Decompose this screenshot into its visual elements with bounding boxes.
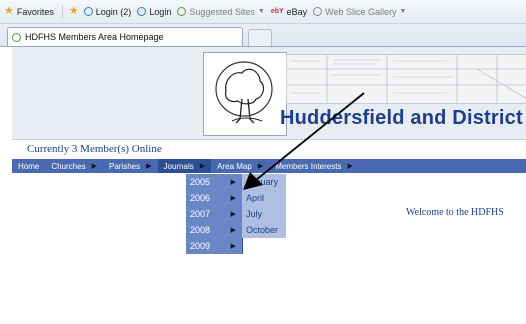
- nav-label: Journals: [163, 161, 194, 171]
- menu-item-label: 2005: [190, 177, 211, 187]
- menu-item-label: January: [246, 177, 279, 187]
- tab-title: HDFHS Members Area Homepage: [25, 32, 164, 42]
- menu-item-label: 2007: [190, 209, 211, 219]
- fav-label: Web Slice Gallery: [325, 6, 397, 17]
- nav-journals[interactable]: Journals ▶: [157, 159, 212, 173]
- submenu-arrow-icon: ▶: [91, 163, 97, 170]
- menu-item-label: 2006: [190, 193, 211, 203]
- submenu-arrow-icon: ▶: [230, 179, 236, 186]
- main-nav: Home Churches ▶ Parishes ▶ Journals ▶ Ar…: [12, 159, 526, 173]
- menu-item-2007[interactable]: 2007 ▶: [186, 206, 242, 222]
- nav-label: Area Map: [217, 161, 252, 171]
- fav-login-2[interactable]: Login (2): [83, 6, 132, 17]
- fav-label: Suggested Sites: [189, 6, 255, 17]
- fav-suggested-sites[interactable]: Suggested Sites ▼: [177, 6, 265, 17]
- online-members-status: Currently 3 Member(s) Online: [27, 143, 162, 155]
- fav-ebay[interactable]: ebY eBay: [271, 7, 307, 17]
- menu-item-october[interactable]: October: [242, 222, 286, 238]
- new-tab-button[interactable]: [248, 29, 272, 46]
- fav-label: Login: [149, 6, 172, 17]
- separator: [61, 5, 63, 18]
- browser-tab[interactable]: HDFHS Members Area Homepage: [7, 27, 243, 46]
- chevron-down-icon: ▼: [399, 8, 407, 15]
- submenu-arrow-icon: ▶: [230, 195, 236, 202]
- menu-item-july[interactable]: July: [242, 206, 286, 222]
- submenu-arrow-icon: ▶: [257, 163, 264, 170]
- suggested-sites-icon: [177, 7, 187, 16]
- menu-item-2006[interactable]: 2006 ▶: [186, 190, 242, 206]
- submenu-arrow-icon: ▶: [230, 211, 236, 218]
- nav-members-interests[interactable]: Members Interests ▶: [269, 159, 359, 173]
- menu-item-label: July: [246, 209, 263, 219]
- nav-label: Members Interests: [275, 161, 342, 171]
- ebay-icon: ebY: [270, 8, 284, 15]
- fav-label: Login (2): [95, 6, 132, 17]
- submenu-arrow-icon: ▶: [230, 227, 236, 234]
- menu-item-label: 2008: [190, 225, 211, 235]
- ie-page-icon: [83, 7, 93, 16]
- nav-home[interactable]: Home: [12, 159, 45, 173]
- submenu-arrow-icon: ▶: [199, 163, 206, 170]
- nav-area-map[interactable]: Area Map ▶: [211, 159, 269, 173]
- fav-login[interactable]: Login: [137, 7, 171, 17]
- nav-churches[interactable]: Churches ▶: [45, 159, 103, 173]
- add-to-favorites-icon[interactable]: ★: [69, 6, 79, 17]
- web-page: Huddersfield and District F Currently 3 …: [12, 47, 526, 324]
- welcome-text: Welcome to the HDFHS: [406, 207, 504, 218]
- menu-item-april[interactable]: April: [242, 190, 286, 206]
- nav-label: Home: [18, 161, 40, 171]
- favorites-star-icon: ★: [4, 5, 14, 17]
- nav-label: Churches: [51, 161, 86, 171]
- menu-item-2008[interactable]: 2008 ▶: [186, 222, 242, 238]
- ie-page-icon: [137, 7, 147, 16]
- page-favicon-icon: [12, 32, 21, 42]
- favorites-label: Favorites: [16, 6, 54, 17]
- menu-item-2005[interactable]: 2005 ▶: [186, 174, 242, 190]
- menu-item-2009[interactable]: 2009 ▶: [186, 238, 242, 254]
- menu-item-label: April: [246, 193, 265, 203]
- favorites-bar: ★ Favorites ★ Login (2) Login Suggested …: [0, 0, 526, 24]
- fav-label: eBay: [286, 6, 308, 17]
- menu-item-label: October: [246, 225, 279, 235]
- tab-strip: HDFHS Members Area Homepage: [0, 24, 526, 47]
- ie-page-icon: [313, 7, 323, 16]
- menu-item-label: 2009: [190, 241, 211, 251]
- site-title: Huddersfield and District F: [280, 107, 526, 129]
- chevron-down-icon: ▼: [257, 8, 265, 15]
- submenu-arrow-icon: ▶: [230, 243, 236, 250]
- submenu-arrow-icon: ▶: [347, 163, 353, 170]
- nav-parishes[interactable]: Parishes ▶: [103, 159, 158, 173]
- old-register-image: [286, 54, 526, 104]
- journals-year-menu: 2005 ▶ 2006 ▶ 2007 ▶ 2008 ▶ 2009 ▶: [186, 174, 243, 254]
- fav-web-slice-gallery[interactable]: Web Slice Gallery ▼: [313, 7, 406, 17]
- society-logo: [203, 52, 287, 136]
- submenu-arrow-icon: ▶: [146, 163, 152, 170]
- favorites-button[interactable]: ★ Favorites: [4, 6, 54, 17]
- journals-month-menu: January April July October: [242, 174, 286, 238]
- site-header: Huddersfield and District F: [12, 47, 526, 140]
- nav-label: Parishes: [108, 161, 141, 171]
- menu-item-january[interactable]: January: [242, 174, 286, 190]
